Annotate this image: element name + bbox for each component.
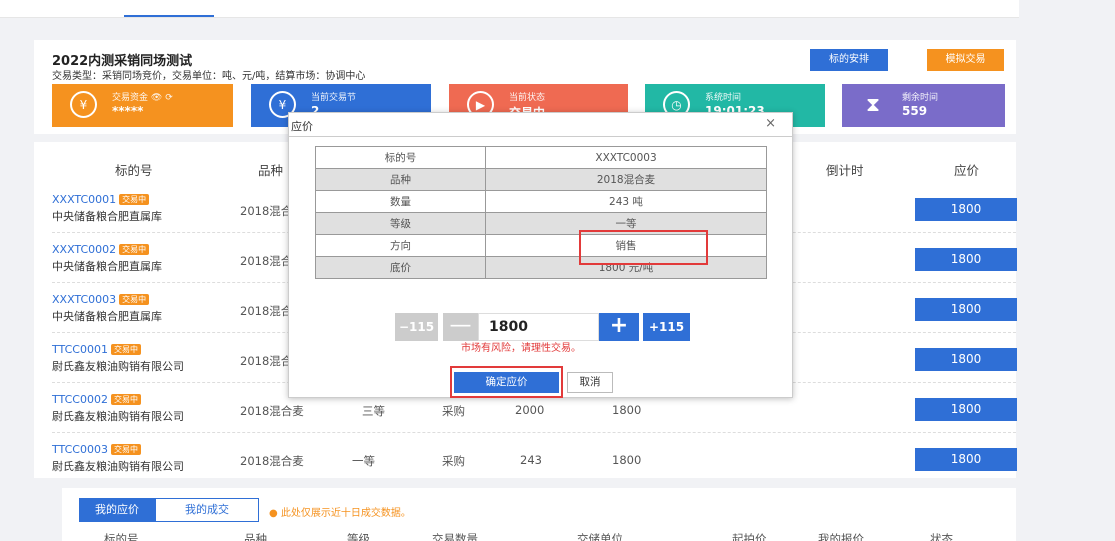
grade-cell: 三等 [362,404,385,418]
bottom-col-header: 品种 [244,532,267,541]
warehouse-name: 中央储备粮合肥直属库 [52,210,162,223]
bottom-col-header: 起拍价 [732,532,767,541]
bottom-col-header: 交储单位 [577,532,623,541]
stat-label: 当前状态 [509,93,546,103]
stat-remaining-time: ⧗ 剩余时间 559 [842,84,1005,127]
decrease-button[interactable]: — [443,313,478,341]
status-badge: 交易中 [110,394,141,405]
stat-label: 交易资金 👁 ⟳ [112,93,173,103]
bid-button[interactable]: 1800 [915,348,1017,371]
active-nav-indicator [124,15,214,17]
stat-value: 559 [902,104,928,118]
direction-highlight [579,230,708,265]
warehouse-name: 尉氏鑫友粮油购销有限公司 [52,410,184,423]
status-badge: 交易中 [119,244,150,255]
cancel-button[interactable]: 取消 [567,372,613,393]
price-cell: 1800 [612,453,642,467]
warehouse-name: 中央储备粮合肥直属库 [52,310,162,323]
lot-code[interactable]: TTCC0001 交易中 [52,343,141,356]
direction-cell: 采购 [442,454,465,468]
bid-button[interactable]: 1800 [915,198,1017,221]
status-badge: 交易中 [119,294,150,305]
decrease-115-button[interactable]: −115 [395,313,438,341]
lot-code[interactable]: XXXTC0001 交易中 [52,193,150,206]
lot-code[interactable]: TTCC0003 交易中 [52,443,141,456]
dialog-title: 应价 [291,120,313,133]
grade-cell: 一等 [352,454,375,468]
stat-label: 当前交易节 [311,93,357,103]
info-value: 243 吨 [485,190,767,213]
info-row: 数量 243 吨 [315,190,767,213]
bottom-col-header: 等级 [347,532,370,541]
bid-button[interactable]: 1800 [915,298,1017,321]
status-badge: 交易中 [110,344,141,355]
status-badge: 交易中 [110,444,141,455]
info-value: 2018混合麦 [485,168,767,191]
info-key: 底价 [315,256,486,279]
dialog-header: 应价 × [289,113,792,137]
status-badge: 交易中 [119,194,150,205]
confirm-highlight [450,366,563,398]
refresh-icon[interactable]: ⟳ [165,93,173,103]
records-tip: ● 此处仅展示近十日成交数据。 [269,508,411,519]
lot-code[interactable]: TTCC0002 交易中 [52,393,141,406]
top-navigation-bar [0,0,1115,18]
my-records-card: 我的应价 我的成交 ● 此处仅展示近十日成交数据。 标的号 品种 等级 交易数量… [62,488,1016,541]
info-key: 数量 [315,190,486,213]
stat-trade-funds: ¥ 交易资金 👁 ⟳ ***** [52,84,233,127]
bid-dialog: 应价 × 标的号 XXXTC0003 品种 2018混合麦 数量 243 吨 等级 一等… [288,112,793,398]
bottom-col-header: 标的号 [104,532,139,541]
quantity-cell: 2000 [515,403,545,417]
table-row: TTCC0003 交易中 尉氏鑫友粮油购销有限公司 2018混合麦 一等 采购 2… [52,433,1017,483]
col-header-bid: 应价 [954,163,980,178]
risk-warning: 市场有风险，请理性交易。 [461,343,581,354]
col-header-variety: 品种 [258,163,284,178]
info-row: 品种 2018混合麦 [315,168,767,191]
col-header-code: 标的号 [115,163,153,178]
increase-115-button[interactable]: +115 [643,313,690,341]
session-subtitle: 交易类型：采销同场竞价，交易单位：吨、元/吨，结算市场：协调中心 [52,71,366,82]
direction-cell: 采购 [442,404,465,418]
bid-price-input[interactable]: 1800 [478,313,599,341]
info-key: 品种 [315,168,486,191]
stat-label: 系统时间 [705,93,742,103]
tab-my-bids[interactable]: 我的应价 [79,498,155,522]
bottom-col-header: 交易数量 [432,532,478,541]
info-key: 等级 [315,212,486,235]
info-value: XXXTC0003 [485,146,767,169]
eye-icon[interactable]: 👁 [151,93,162,103]
stat-value: ***** [112,104,144,118]
lot-code[interactable]: XXXTC0002 交易中 [52,243,150,256]
info-row: 标的号 XXXTC0003 [315,146,767,169]
info-key: 标的号 [315,146,486,169]
variety-cell: 2018混合麦 [240,454,304,468]
bell-icon: ● [269,508,278,519]
bid-button[interactable]: 1800 [915,448,1017,471]
warehouse-name: 尉氏鑫友粮油购销有限公司 [52,360,184,373]
info-key: 方向 [315,234,486,257]
increase-button[interactable]: + [599,313,639,341]
simulate-trade-button[interactable]: 模拟交易 [927,49,1004,71]
stat-label: 剩余时间 [902,93,939,103]
warehouse-name: 尉氏鑫友粮油购销有限公司 [52,460,184,473]
col-header-countdown: 倒计时 [826,163,864,178]
quantity-cell: 243 [520,453,542,467]
warehouse-name: 中央储备粮合肥直属库 [52,260,162,273]
tab-my-deals[interactable]: 我的成交 [155,498,259,522]
lot-code[interactable]: XXXTC0003 交易中 [52,293,150,306]
money-bag-icon: ¥ [70,91,97,118]
price-cell: 1800 [612,403,642,417]
hourglass-icon: ⧗ [866,92,881,116]
bottom-col-header: 状态 [930,532,953,541]
bottom-col-header: 我的报价 [818,532,864,541]
bid-button[interactable]: 1800 [915,398,1017,421]
variety-cell: 2018混合麦 [240,404,304,418]
arrangement-button[interactable]: 标的安排 [810,49,888,71]
bid-button[interactable]: 1800 [915,248,1017,271]
close-icon[interactable]: × [765,116,776,131]
